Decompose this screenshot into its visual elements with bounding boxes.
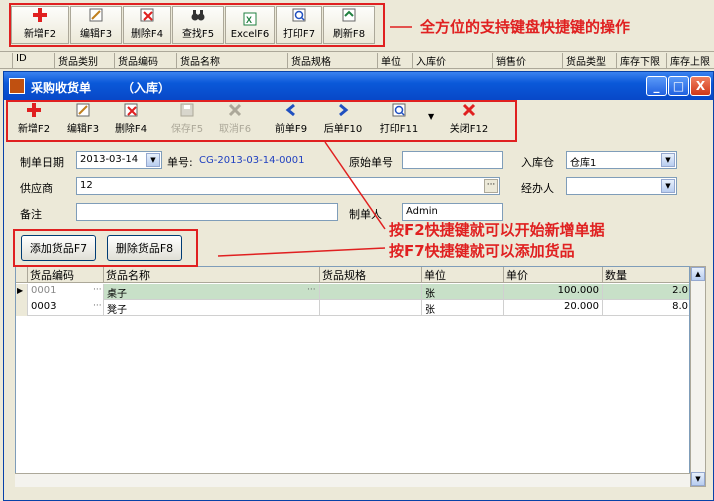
table-row[interactable]: 0003 ··· 凳子 张 20.000 8.0 <box>16 300 689 316</box>
chevron-down-icon[interactable]: ▼ <box>661 179 675 193</box>
supplier-label: 供应商 <box>20 182 53 195</box>
ellipsis-icon[interactable]: ··· <box>90 300 104 316</box>
highlight-bg-toolbar <box>9 3 385 47</box>
vertical-scrollbar[interactable]: ▲ ▼ <box>690 266 706 487</box>
window-subtitle: （入库） <box>122 81 171 95</box>
date-label: 制单日期 <box>20 156 64 169</box>
minimize-button[interactable]: _ <box>646 76 667 96</box>
orig-no-input[interactable] <box>402 151 503 169</box>
date-picker[interactable]: 2013-03-14 ▼ <box>76 151 162 169</box>
scroll-down-icon[interactable]: ▼ <box>691 472 705 486</box>
row-indicator-icon: ▶ <box>16 284 28 300</box>
background-grid-header: ID 货品类别 货品编码 货品名称 货品规格 单位 入库价 销售价 货品类型 库… <box>0 51 714 69</box>
remark-input[interactable] <box>76 203 338 221</box>
table-row[interactable]: ▶ 0001 ··· 桌子 ··· 张 100.000 2.0 <box>16 284 689 300</box>
col-price[interactable]: 单价 <box>504 267 603 283</box>
close-window-button[interactable]: X <box>690 76 711 96</box>
chevron-down-icon[interactable]: ▼ <box>661 153 675 167</box>
highlight-inner-toolbar <box>6 100 517 142</box>
col-code[interactable]: 货品编码 <box>28 267 104 283</box>
annotation-top: 全方位的支持键盘快捷键的操作 <box>420 18 631 36</box>
window-titlebar[interactable]: 采购收货单 （入库） _ □ X <box>4 72 713 100</box>
remark-label: 备注 <box>20 208 42 221</box>
scroll-up-icon[interactable]: ▲ <box>691 267 705 281</box>
col-name[interactable]: 货品名称 <box>104 267 320 283</box>
chevron-down-icon[interactable]: ▼ <box>146 153 160 167</box>
warehouse-select[interactable]: 仓库1 ▼ <box>566 151 677 169</box>
app-icon <box>9 78 25 94</box>
orig-no-label: 原始单号 <box>349 156 393 169</box>
grid-header: 货品编码 货品名称 货品规格 单位 单价 数量 <box>16 267 689 283</box>
col-unit[interactable]: 单位 <box>422 267 504 283</box>
maximize-button[interactable]: □ <box>668 76 689 96</box>
handler-select[interactable]: ▼ <box>566 177 677 195</box>
highlight-goods-buttons <box>13 229 198 267</box>
col-spec[interactable]: 货品规格 <box>320 267 422 283</box>
goods-grid: 货品编码 货品名称 货品规格 单位 单价 数量 ▶ 0001 ··· 桌子 ··… <box>15 266 690 487</box>
annotation-f7: 按F7快捷键就可以添加货品 <box>389 242 575 260</box>
bill-no-value: CG-2013-03-14-0001 <box>199 155 305 166</box>
warehouse-label: 入库仓 <box>521 156 554 169</box>
maker-label: 制单人 <box>349 208 382 221</box>
window-title: 采购收货单 <box>31 81 92 95</box>
handler-label: 经办人 <box>521 182 554 195</box>
supplier-input[interactable]: 12 ··· <box>76 177 500 195</box>
ellipsis-icon[interactable]: ··· <box>484 179 498 193</box>
ellipsis-icon[interactable]: ··· <box>304 284 320 300</box>
ellipsis-icon[interactable]: ··· <box>90 284 104 300</box>
col-qty[interactable]: 数量 <box>603 267 689 283</box>
bill-no-label: 单号: <box>167 156 193 169</box>
horizontal-scrollbar[interactable] <box>15 473 690 487</box>
annotation-f2: 按F2快捷键就可以开始新增单据 <box>389 221 605 239</box>
